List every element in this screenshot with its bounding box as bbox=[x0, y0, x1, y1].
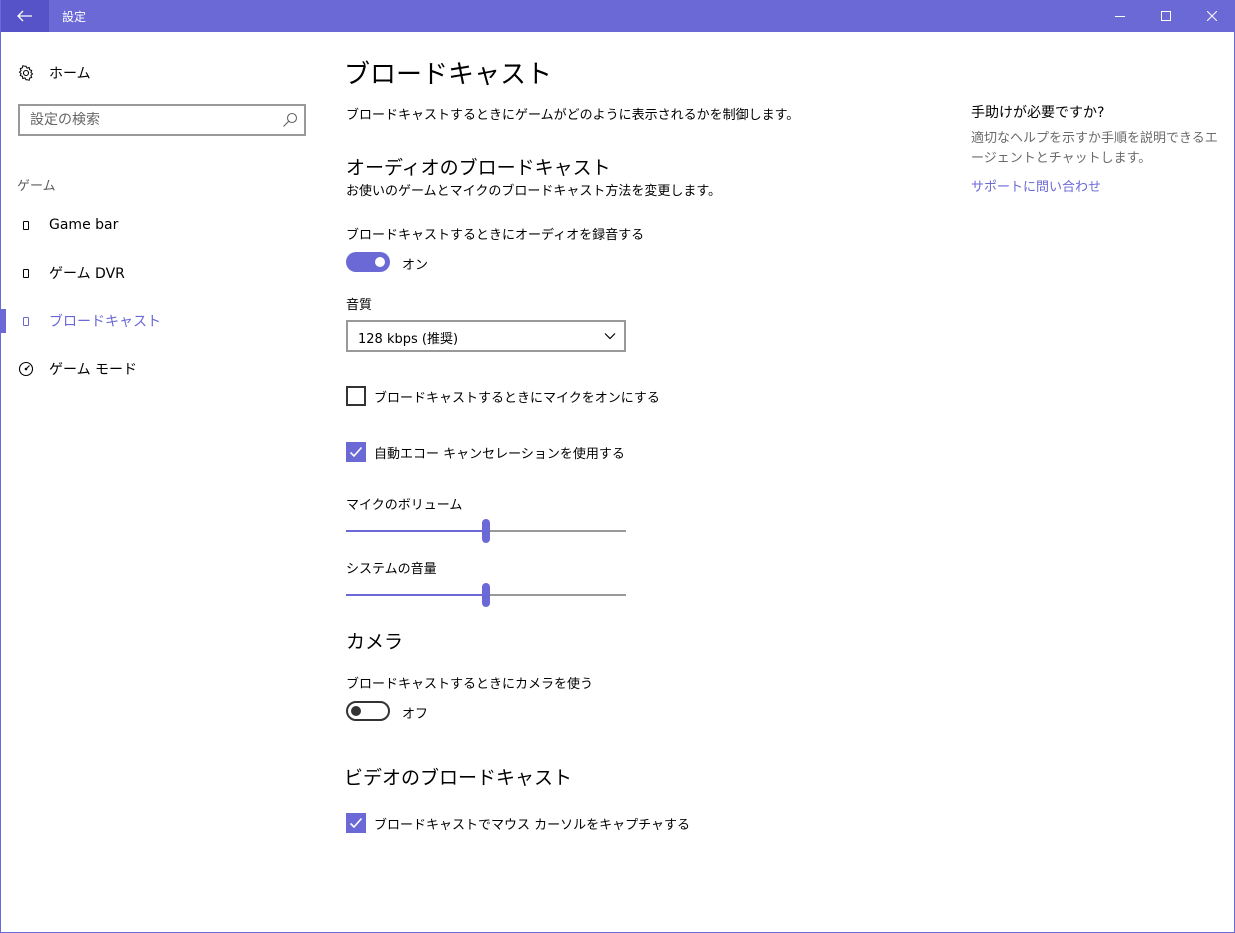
echo-cancel-checkbox[interactable] bbox=[346, 442, 366, 462]
sidebar-item-game-mode[interactable]: ゲーム モード bbox=[1, 349, 321, 389]
checkmark-icon bbox=[349, 446, 363, 458]
echo-cancel-option[interactable]: 自動エコー キャンセレーションを使用する bbox=[346, 442, 846, 462]
sidebar-item-label: ブロードキャスト bbox=[49, 314, 161, 330]
sidebar-item-game-dvr[interactable]: ゲーム DVR bbox=[1, 253, 321, 293]
search-icon bbox=[283, 112, 298, 127]
main-content: ブロードキャスト ブロードキャストするときにゲームがどのように表示されるかを制御… bbox=[344, 32, 946, 932]
minimize-icon bbox=[1115, 16, 1125, 17]
use-camera-label: ブロードキャストするときにカメラを使う bbox=[346, 677, 594, 692]
game-bar-icon bbox=[23, 220, 29, 230]
system-volume-label: システムの音量 bbox=[346, 562, 437, 577]
help-text: 適切なヘルプを示すか手順を説明できるエージェントとチャットします。 bbox=[971, 131, 1218, 166]
slider-thumb[interactable] bbox=[482, 519, 490, 543]
mic-on-label: ブロードキャストするときにマイクをオンにする bbox=[374, 391, 660, 406]
slider-track-rest bbox=[490, 530, 626, 532]
record-audio-state: オン bbox=[402, 258, 429, 273]
minimize-button[interactable] bbox=[1097, 0, 1143, 32]
slider-track-fill bbox=[346, 530, 482, 532]
capture-cursor-label: ブロードキャストでマウス カーソルをキャプチャする bbox=[374, 818, 691, 833]
slider-thumb[interactable] bbox=[482, 583, 490, 607]
page-description: ブロードキャストするときにゲームがどのように表示されるかを制御します。 bbox=[346, 108, 800, 123]
audio-section-title: オーディオのブロードキャスト bbox=[346, 157, 611, 179]
sidebar-item-label: ゲーム モード bbox=[49, 362, 138, 378]
camera-section-title: カメラ bbox=[346, 631, 404, 653]
back-button[interactable] bbox=[1, 0, 49, 32]
slider-track-fill bbox=[346, 594, 482, 596]
use-camera-state: オフ bbox=[402, 707, 429, 722]
capture-cursor-checkbox[interactable] bbox=[346, 813, 366, 833]
sidebar: ホーム ゲーム Game bar ゲーム DVR ブロードキャスト bbox=[1, 32, 321, 932]
mic-on-option[interactable]: ブロードキャストするときにマイクをオンにする bbox=[346, 386, 846, 406]
selection-indicator bbox=[1, 309, 6, 333]
game-mode-icon bbox=[17, 360, 35, 378]
record-audio-label: ブロードキャストするときにオーディオを録音する bbox=[346, 228, 645, 243]
nav-home-label: ホーム bbox=[49, 66, 91, 82]
nav-home[interactable]: ホーム bbox=[1, 56, 321, 90]
close-icon bbox=[1207, 11, 1217, 21]
record-audio-toggle[interactable] bbox=[346, 252, 390, 272]
contact-support-link[interactable]: サポートに問い合わせ bbox=[971, 176, 1101, 195]
broadcast-icon bbox=[23, 316, 29, 326]
checkmark-icon bbox=[349, 817, 363, 829]
mic-on-checkbox[interactable] bbox=[346, 386, 366, 406]
search-box[interactable] bbox=[18, 104, 306, 136]
use-camera-toggle[interactable] bbox=[346, 701, 390, 721]
video-section-title: ビデオのブロードキャスト bbox=[344, 767, 573, 789]
mic-volume-label: マイクのボリューム bbox=[346, 498, 463, 513]
sidebar-item-label: Game bar bbox=[49, 217, 119, 233]
toggle-knob bbox=[351, 706, 361, 716]
game-dvr-icon bbox=[23, 268, 29, 278]
audio-quality-value: 128 kbps (推奨) bbox=[358, 332, 459, 347]
toggle-knob bbox=[375, 257, 385, 267]
title-bar: 設定 bbox=[1, 0, 1235, 32]
system-volume-slider[interactable] bbox=[346, 583, 626, 607]
capture-cursor-option[interactable]: ブロードキャストでマウス カーソルをキャプチャする bbox=[346, 813, 846, 833]
help-title: 手助けが必要ですか? bbox=[971, 105, 1105, 121]
audio-quality-label: 音質 bbox=[346, 298, 373, 313]
group-header-game: ゲーム bbox=[17, 179, 56, 194]
sidebar-item-broadcast[interactable]: ブロードキャスト bbox=[1, 301, 321, 341]
gear-icon bbox=[17, 64, 35, 82]
chevron-down-icon bbox=[604, 333, 616, 340]
sidebar-item-label: ゲーム DVR bbox=[49, 266, 125, 282]
search-input[interactable] bbox=[20, 106, 270, 134]
echo-cancel-label: 自動エコー キャンセレーションを使用する bbox=[374, 447, 625, 462]
window-title: 設定 bbox=[62, 10, 87, 24]
audio-quality-dropdown[interactable]: 128 kbps (推奨) bbox=[346, 320, 626, 352]
close-button[interactable] bbox=[1189, 0, 1235, 32]
page-title: ブロードキャスト bbox=[344, 60, 553, 90]
audio-section-description: お使いのゲームとマイクのブロードキャスト方法を変更します。 bbox=[346, 184, 722, 199]
sidebar-item-game-bar[interactable]: Game bar bbox=[1, 205, 321, 245]
slider-track-rest bbox=[490, 594, 626, 596]
maximize-button[interactable] bbox=[1143, 0, 1189, 32]
arrow-left-icon bbox=[17, 10, 32, 22]
mic-volume-slider[interactable] bbox=[346, 519, 626, 543]
maximize-icon bbox=[1161, 11, 1171, 21]
settings-window: 設定 ホーム 設定の検索 ゲーム Game bar ゲーム DVR ブロードキャ… bbox=[0, 0, 1235, 933]
